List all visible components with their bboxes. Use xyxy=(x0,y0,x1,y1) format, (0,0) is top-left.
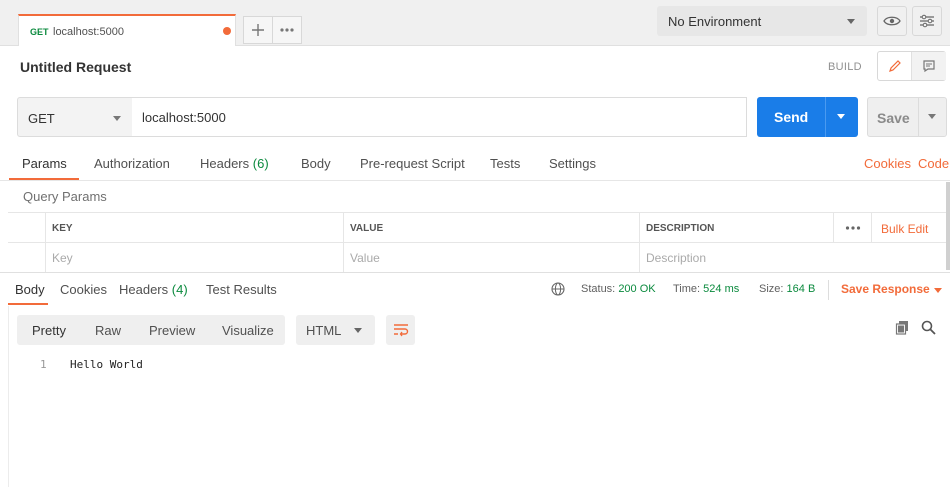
tab-headers[interactable]: Headers (6) xyxy=(200,156,269,171)
chevron-down-icon xyxy=(113,116,121,121)
http-method-select[interactable]: GET xyxy=(17,97,133,137)
language-select-label: HTML xyxy=(306,323,342,338)
time-value: 524 ms xyxy=(703,283,740,295)
tab-tests[interactable]: Tests xyxy=(490,156,520,171)
environment-select[interactable]: No Environment xyxy=(657,6,867,36)
save-button-label: Save xyxy=(877,110,910,126)
response-status: Status: 200 OK xyxy=(581,283,656,295)
cookies-link[interactable]: Cookies xyxy=(864,156,911,171)
wrap-icon xyxy=(393,324,408,337)
environment-select-label: No Environment xyxy=(668,14,762,29)
more-tabs-button[interactable] xyxy=(272,16,302,44)
response-tab-cookies[interactable]: Cookies xyxy=(60,282,107,297)
tab-settings[interactable]: Settings xyxy=(549,156,596,171)
mode-toggle xyxy=(877,51,946,81)
send-button-label: Send xyxy=(774,109,809,125)
tab-headers-label: Headers xyxy=(200,156,250,171)
response-tab-headers-count: (4) xyxy=(171,282,188,297)
tab-body[interactable]: Body xyxy=(301,156,331,171)
comment-icon xyxy=(923,60,935,73)
build-mode-label: BUILD xyxy=(828,61,862,73)
response-format-group: Pretty Raw Preview Visualize xyxy=(17,315,285,345)
key-input[interactable]: Key xyxy=(46,243,344,273)
manage-environments-button[interactable] xyxy=(912,6,942,36)
environment-quick-look-button[interactable] xyxy=(877,6,907,36)
edit-mode-button[interactable] xyxy=(878,52,912,80)
value-input[interactable]: Value xyxy=(344,243,640,273)
request-tab-method: GET xyxy=(30,27,49,37)
chevron-down-icon xyxy=(847,19,855,24)
meta-divider xyxy=(828,280,829,300)
active-response-tab-indicator xyxy=(8,303,48,305)
chevron-down-icon xyxy=(354,328,362,333)
row-handle-cell xyxy=(8,213,46,243)
format-preview[interactable]: Preview xyxy=(149,323,195,338)
http-method-label: GET xyxy=(28,111,55,126)
description-input[interactable]: Description xyxy=(640,243,946,273)
line-number: 1 xyxy=(40,358,47,371)
bulk-edit-link[interactable]: Bulk Edit xyxy=(872,213,946,243)
format-pretty[interactable]: Pretty xyxy=(32,323,66,338)
unsaved-dot-icon xyxy=(223,27,231,35)
save-response-chevron-icon[interactable] xyxy=(934,288,942,293)
format-visualize[interactable]: Visualize xyxy=(222,323,274,338)
ellipsis-icon xyxy=(280,28,294,32)
format-raw[interactable]: Raw xyxy=(95,323,121,338)
status-label: Status: xyxy=(581,283,616,295)
send-options-chevron-icon[interactable] xyxy=(837,114,845,119)
query-params-table: KEY VALUE DESCRIPTION Bulk Edit Key Valu… xyxy=(8,212,946,273)
code-link[interactable]: Code xyxy=(918,156,949,171)
plus-icon xyxy=(252,24,264,36)
copy-icon[interactable] xyxy=(895,320,910,335)
save-response-button[interactable]: Save Response xyxy=(841,282,930,296)
request-tab[interactable]: GET localhost:5000 xyxy=(18,14,236,46)
language-select[interactable]: HTML xyxy=(296,315,375,345)
column-key: KEY xyxy=(46,213,344,243)
response-body-text[interactable]: Hello World xyxy=(70,358,143,371)
tab-pre-request-script[interactable]: Pre-request Script xyxy=(360,156,465,171)
comments-button[interactable] xyxy=(912,52,946,80)
response-size: Size: 164 B xyxy=(759,283,815,295)
editor-left-border xyxy=(8,306,9,487)
save-button[interactable]: Save xyxy=(867,97,947,137)
column-description: DESCRIPTION xyxy=(640,213,834,243)
send-divider xyxy=(825,97,826,137)
column-options-button[interactable] xyxy=(834,213,872,243)
pencil-icon xyxy=(888,60,901,72)
column-value: VALUE xyxy=(344,213,640,243)
response-tab-headers[interactable]: Headers (4) xyxy=(119,282,188,297)
url-input[interactable] xyxy=(132,97,747,137)
new-tab-button[interactable] xyxy=(243,16,273,44)
tabs-divider xyxy=(0,180,950,181)
request-scrollbar[interactable] xyxy=(946,182,950,270)
query-params-title: Query Params xyxy=(23,189,107,204)
tab-authorization[interactable]: Authorization xyxy=(94,156,170,171)
response-tab-test-results[interactable]: Test Results xyxy=(206,282,277,297)
response-time: Time: 524 ms xyxy=(673,283,739,295)
wrap-lines-button[interactable] xyxy=(386,315,415,345)
send-button[interactable]: Send xyxy=(757,97,858,137)
ellipsis-icon xyxy=(845,225,860,230)
request-tab-name: localhost:5000 xyxy=(53,26,124,38)
save-options-chevron-icon[interactable] xyxy=(928,114,936,119)
tab-params[interactable]: Params xyxy=(22,156,67,171)
search-icon[interactable] xyxy=(921,320,936,335)
size-value: 164 B xyxy=(786,283,816,295)
globe-icon[interactable] xyxy=(551,282,565,296)
save-divider xyxy=(918,98,919,136)
size-label: Size: xyxy=(759,283,784,295)
tab-headers-count: (6) xyxy=(252,156,269,171)
eye-icon xyxy=(883,16,901,26)
row-handle-cell xyxy=(8,243,46,273)
response-tab-body[interactable]: Body xyxy=(15,282,45,297)
status-value: 200 OK xyxy=(618,283,656,295)
time-label: Time: xyxy=(673,283,701,295)
sliders-icon xyxy=(920,14,934,28)
response-tab-headers-label: Headers xyxy=(119,282,169,297)
request-title[interactable]: Untitled Request xyxy=(20,59,131,75)
